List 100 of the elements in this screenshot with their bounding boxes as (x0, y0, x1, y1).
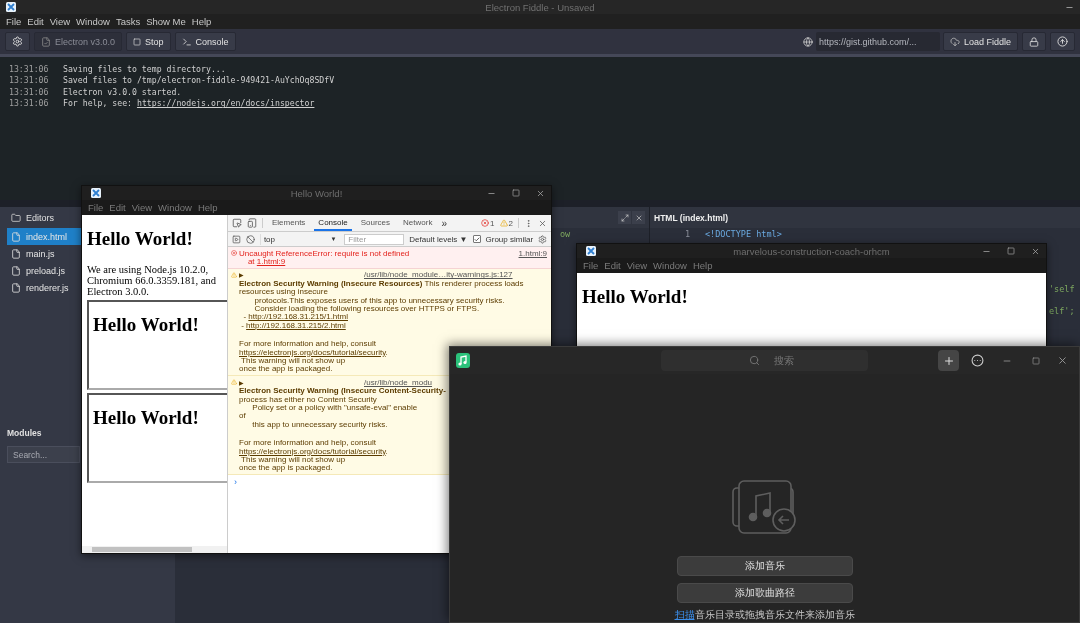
more-tabs-button[interactable]: » (441, 217, 447, 229)
group-similar-checkbox[interactable] (472, 235, 481, 243)
inspect-icon[interactable] (232, 218, 242, 228)
menu-item[interactable]: View (128, 202, 156, 213)
devtools-tab[interactable]: Sources (356, 215, 395, 231)
app-logo-icon (586, 246, 596, 256)
close-icon[interactable] (1031, 246, 1040, 256)
version-button[interactable]: Electron v3.0.0 (34, 32, 123, 51)
message-link[interactable]: http://192.168.31.215/1.html (248, 312, 348, 322)
menu-item[interactable]: Help (689, 260, 716, 271)
console-message: - http://192.168.31.215/1.html (242, 312, 348, 322)
page-paragraph: We are using Node.js 10.2.0, Chromium 66.0.3359.181, and Electron 3.0.0. (87, 264, 217, 297)
menu-item[interactable]: Window (155, 202, 195, 213)
message-link[interactable]: http://192.168.31.215/2.html (246, 320, 346, 330)
console-message: Electron Security Warning (Insecure Resources) This renderer process loads (239, 278, 524, 288)
window-title: Hello World! (290, 187, 343, 199)
console-message: once the app is packaged. (239, 463, 333, 473)
music-app-icon (456, 353, 470, 368)
message-link[interactable]: 1.html:9 (256, 257, 286, 267)
log-timestamp: 13:31:06 (9, 98, 50, 109)
publish-button[interactable] (1050, 32, 1075, 51)
sidebar-heading: Editors (26, 212, 54, 223)
warning-icon (231, 271, 237, 278)
menu-item[interactable]: Tasks (112, 16, 144, 27)
menu-item[interactable]: Show Me (143, 16, 189, 27)
close-button[interactable] (632, 211, 645, 224)
devtools-tab[interactable]: Network (399, 215, 437, 231)
device-icon[interactable] (247, 218, 257, 228)
menu-item[interactable]: Window (73, 16, 113, 27)
plus-icon (942, 354, 955, 367)
console-prompt[interactable]: › (228, 475, 240, 487)
log-link[interactable]: https://nodejs.org/en/docs/inspector (136, 98, 315, 109)
frame-heading: Hello World! (93, 314, 200, 336)
maximize-icon[interactable] (512, 189, 520, 197)
editor-list-item[interactable]: renderer.js (7, 279, 81, 296)
filter-field[interactable]: Filter (344, 233, 405, 245)
menu-item[interactable]: File (580, 260, 602, 271)
log-message: Saving files to temp directory... (63, 63, 226, 74)
log-message: Electron v3.0.0 started. (63, 86, 182, 97)
editor-list-item[interactable]: index.html (7, 228, 81, 245)
add-button[interactable] (938, 350, 959, 371)
more-icon[interactable] (524, 218, 533, 228)
more-icon (971, 354, 984, 367)
menu-item[interactable]: Edit (601, 260, 624, 271)
module-search-field[interactable]: Search... (7, 446, 80, 463)
gist-url-field[interactable]: https://gist.github.com/... (815, 32, 940, 51)
editor-title: HTML (index.html) (654, 212, 728, 223)
file-icon (11, 231, 21, 242)
checkbox-label: Group similar (485, 234, 534, 244)
menu-item[interactable]: View (623, 260, 651, 271)
console-message: https://electronjs.org/docs/tutorial/security. (239, 446, 388, 456)
settings-button[interactable] (5, 32, 30, 51)
add-music-button[interactable]: 添加歌曲路径 (676, 583, 853, 603)
sidebar-toggle-icon[interactable] (232, 234, 241, 244)
app-logo-icon (91, 188, 101, 198)
devtools-tab[interactable]: Elements (268, 215, 310, 231)
search-field[interactable]: 搜索 (661, 350, 868, 371)
console-message: For more information and help, consult (239, 438, 376, 448)
scan-link[interactable]: 扫描 (674, 609, 695, 620)
console-message: Consider loading the following resources over HTTPS or FTPS. (254, 304, 480, 314)
load-fiddle-button[interactable]: Load Fiddle (942, 32, 1018, 51)
close-icon[interactable] (538, 218, 547, 228)
source-link[interactable]: /usr/lib/node_modu (364, 377, 433, 387)
stop-button[interactable]: Stop (126, 32, 171, 51)
clear-console-icon[interactable] (245, 234, 255, 244)
console-message: - http://192.168.31.215/2.html (240, 320, 346, 330)
add-music-button[interactable]: 添加音乐 (676, 556, 853, 576)
menu-item[interactable]: Help (194, 202, 221, 213)
editor-list-item[interactable]: preload.js (7, 262, 81, 279)
lock-button[interactable] (1022, 32, 1046, 51)
console-message: Electron Security Warning (Insecure Content-Security- (239, 386, 446, 396)
menu-item[interactable]: Edit (24, 16, 47, 27)
maximize-button[interactable] (618, 211, 631, 224)
scrollbar[interactable] (82, 546, 227, 553)
editor-list-item[interactable]: main.js (7, 245, 81, 262)
line-number: 1 (683, 228, 691, 239)
menu-item[interactable]: Help (188, 16, 215, 27)
settings-icon (12, 36, 23, 47)
window-title: Electron Fiddle - Unsaved (485, 1, 595, 13)
console-message: protocols.This exposes users of this app to unnecessary security risks. (253, 295, 505, 305)
maximize-icon[interactable] (1007, 247, 1015, 255)
menu-item[interactable]: File (3, 16, 25, 27)
settings-icon[interactable] (538, 234, 547, 244)
console-button[interactable]: Console (174, 32, 236, 51)
menu-item[interactable]: Window (650, 260, 690, 271)
menu-item[interactable]: Edit (106, 202, 129, 213)
menu-item[interactable]: View (46, 16, 74, 27)
levels-dropdown[interactable]: Default levels ▼ (409, 234, 468, 244)
maximize-icon (1031, 356, 1040, 365)
source-link[interactable]: 1.html:9 (518, 248, 547, 258)
frame-heading: Hello World! (93, 407, 200, 429)
lock-icon (1029, 36, 1039, 47)
menu-item[interactable]: File (85, 202, 107, 213)
log-timestamp: 13:31:06 (9, 86, 50, 97)
close-icon[interactable] (536, 188, 545, 198)
upload-icon (1057, 36, 1068, 47)
stop-icon (133, 37, 142, 46)
source-link[interactable]: /usr/lib/node_module…ity-warnings.js:127 (364, 270, 513, 280)
console-message: at 1.html:9 (247, 257, 286, 267)
expand-icon (620, 213, 629, 222)
